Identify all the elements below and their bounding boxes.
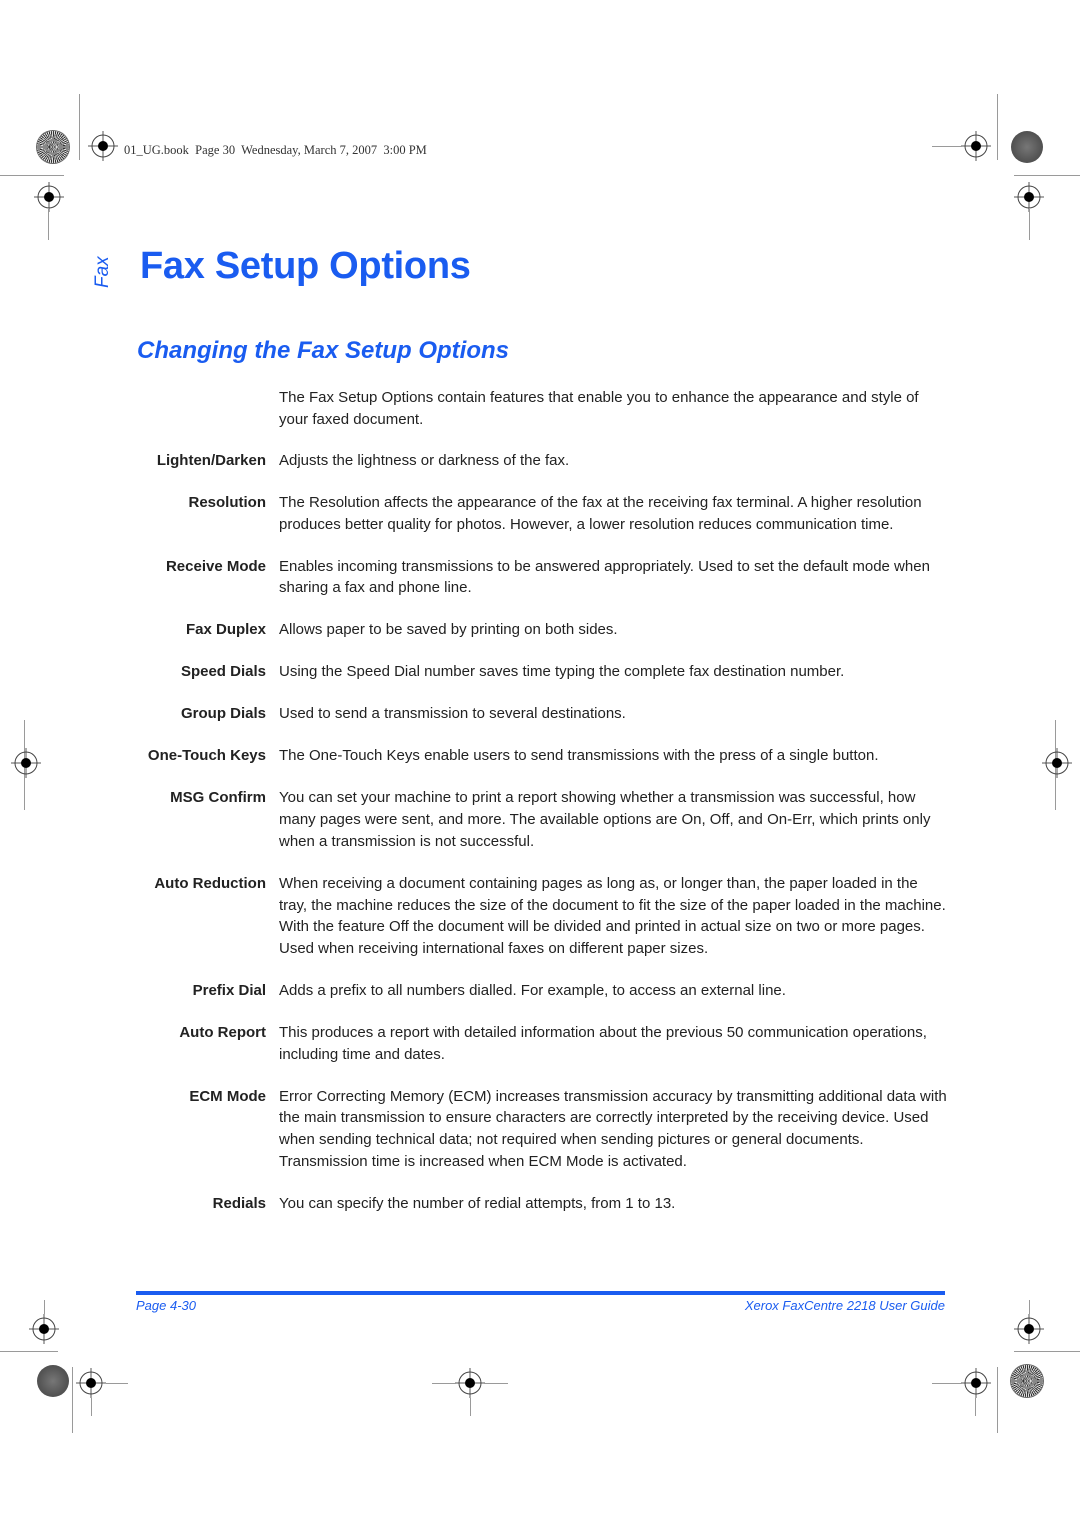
crop-mark [1014,1351,1080,1352]
registration-mark-icon [1014,1314,1044,1344]
intro-paragraph: The Fax Setup Options contain features t… [279,389,919,428]
definition-description: Error Correcting Memory (ECM) increases … [279,1087,947,1170]
definition-term: Speed Dials [180,663,266,681]
definition-term: Auto Report [179,1023,266,1041]
print-header-stamp: 01_UG.book Page 30 Wednesday, March 7, 2… [124,143,427,157]
definition-item: Group Dials Used to send a transmission … [130,703,950,725]
guide-title: Xerox FaxCentre 2218 User Guide [744,1298,945,1313]
color-registration-dot-icon [37,1365,69,1397]
registration-mark-icon [961,131,991,161]
definition-term: Receive Mode [165,557,266,575]
color-registration-rosette-icon [1011,1365,1043,1397]
registration-mark-icon [1042,748,1072,778]
crop-mark [932,146,962,147]
definition-item: Resolution The Resolution affects the ap… [130,492,950,535]
crop-mark [91,1398,92,1416]
definition-term: ECM Mode [189,1087,266,1105]
crop-mark [0,1351,58,1352]
definition-list: Lighten/Darken Adjusts the lightness or … [130,450,950,1235]
definition-term: Prefix Dial [192,981,266,999]
chapter-side-tab: Fax [92,256,113,288]
definition-term: Fax Duplex [185,621,266,639]
definition-description: This produces a report with detailed inf… [279,1023,927,1063]
crop-mark [79,94,80,160]
crop-mark [997,1367,998,1433]
color-registration-dot-icon [1011,131,1043,163]
definition-term: Auto Reduction [154,874,266,892]
registration-mark-icon [961,1368,991,1398]
crop-mark [48,208,49,240]
crop-mark [975,1398,976,1416]
registration-mark-icon [76,1368,106,1398]
definition-term: One-Touch Keys [147,747,266,765]
definition-description: Used to send a transmission to several d… [279,705,626,723]
registration-mark-icon [88,131,118,161]
crop-mark [484,1383,508,1384]
definition-term: Redials [212,1194,266,1212]
definition-term: MSG Confirm [170,789,266,807]
definition-term: Resolution [188,494,267,511]
section-heading: Changing the Fax Setup Options [137,337,509,364]
definition-term: Group Dials [180,705,266,723]
definition-item: Prefix Dial Adds a prefix to all numbers… [130,980,950,1002]
crop-mark [106,1383,128,1384]
registration-mark-icon [29,1314,59,1344]
definition-item: Auto Reduction When receiving a document… [130,873,950,960]
page-title: Fax Setup Options [140,245,471,287]
crop-mark [1029,1300,1030,1314]
definition-item: Fax Duplex Allows paper to be saved by p… [130,619,950,641]
registration-mark-icon [455,1368,485,1398]
crop-mark [470,1398,471,1416]
crop-mark [72,1367,73,1433]
footer-rule [136,1291,945,1295]
crop-mark [44,1300,45,1314]
definition-description: Allows paper to be saved by printing on … [279,621,618,639]
registration-mark-icon [34,182,64,212]
crop-mark [997,94,998,160]
definition-description: The Resolution affects the appearance of… [279,494,922,533]
definition-description: Adds a prefix to all numbers dialled. Fo… [279,981,786,999]
definition-description: You can set your machine to print a repo… [279,789,931,850]
definition-description: The One-Touch Keys enable users to send … [279,747,879,765]
crop-mark [1029,208,1030,240]
definition-item: Receive Mode Enables incoming transmissi… [130,556,950,599]
definition-term: Lighten/Darken [156,452,266,469]
crop-mark [932,1383,962,1384]
color-registration-rosette-icon [37,131,69,163]
crop-mark [0,175,64,176]
page-number: Page 4-30 [136,1298,196,1313]
definition-description: Using the Speed Dial number saves time t… [279,663,845,681]
definition-item: Lighten/Darken Adjusts the lightness or … [130,450,950,472]
definition-item: One-Touch Keys The One-Touch Keys enable… [130,745,950,767]
definition-description: Adjusts the lightness or darkness of the… [279,452,570,469]
definition-description: Enables incoming transmissions to be ans… [279,557,930,597]
definition-item: Speed Dials Using the Speed Dial number … [130,661,950,683]
definition-item: MSG Confirm You can set your machine to … [130,787,950,852]
definition-description: You can specify the number of redial att… [279,1194,676,1212]
definition-item: ECM Mode Error Correcting Memory (ECM) i… [130,1086,950,1173]
definition-description: When receiving a document containing pag… [279,874,946,957]
definition-item: Auto Report This produces a report with … [130,1022,950,1065]
definition-item: Redials You can specify the number of re… [130,1193,950,1215]
crop-mark [432,1383,456,1384]
crop-mark [1014,175,1080,176]
registration-mark-icon [11,748,41,778]
